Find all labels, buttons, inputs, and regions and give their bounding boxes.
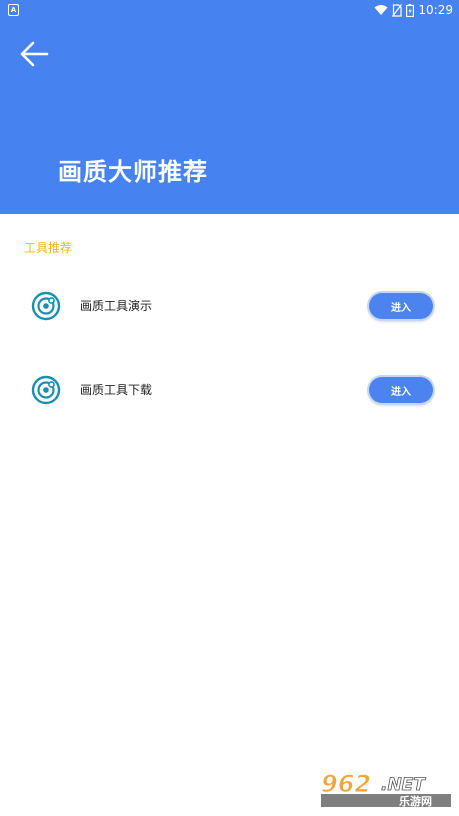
list-item[interactable]: 画质工具演示 进入 — [0, 283, 459, 327]
watermark-suffix: .NET — [381, 775, 426, 795]
back-button[interactable] — [14, 36, 54, 72]
status-time: 10:29 — [418, 3, 453, 17]
app-screen: A 10:29 画质大师推荐 工具推荐 画质工具演示 进入 画质工具下载 进入 … — [0, 0, 459, 816]
list-item[interactable]: 画质工具下载 进入 — [0, 367, 459, 411]
wifi-icon — [374, 5, 388, 15]
page-title: 画质大师推荐 — [58, 158, 208, 186]
status-bar: A 10:29 — [0, 0, 459, 20]
status-icons: 10:29 — [374, 3, 453, 17]
lens-icon — [31, 291, 61, 321]
watermark-brand: 962 — [321, 770, 371, 798]
lens-icon — [31, 375, 61, 405]
watermark-tagline: 乐游网 — [399, 794, 432, 808]
no-sim-icon — [392, 3, 403, 17]
enter-button[interactable]: 进入 — [369, 377, 433, 403]
tool-label: 画质工具演示 — [80, 299, 153, 313]
enter-button[interactable]: 进入 — [369, 293, 433, 319]
battery-icon — [406, 3, 415, 17]
header: A 10:29 画质大师推荐 — [0, 0, 459, 214]
arrow-left-icon — [20, 41, 49, 67]
tool-label: 画质工具下载 — [80, 383, 153, 397]
watermark-logo: 962 .NET 乐游网 — [321, 770, 451, 808]
section-title: 工具推荐 — [24, 241, 73, 255]
notification-icon: A — [8, 4, 19, 16]
